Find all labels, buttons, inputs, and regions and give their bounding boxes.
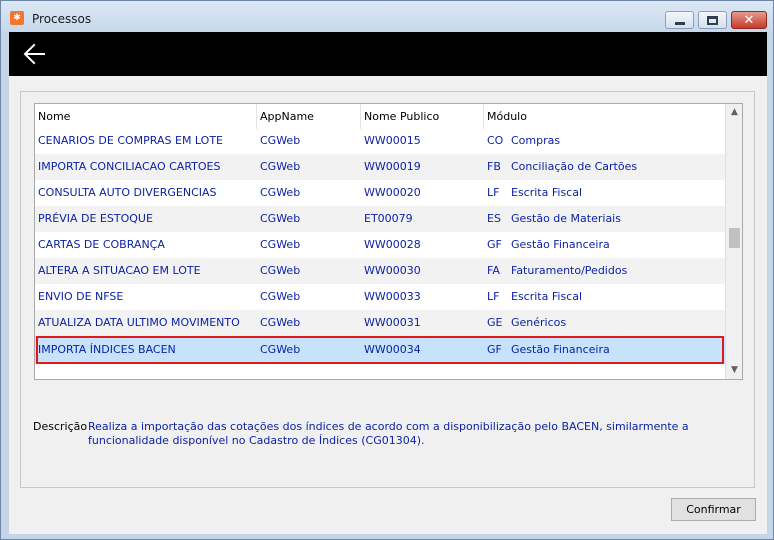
cell-nome-publico: ET00079	[364, 212, 413, 225]
scroll-thumb[interactable]	[729, 228, 740, 248]
process-panel: Nome AppName Nome Publico Módulo CENARIO…	[20, 91, 755, 488]
description-label: Descrição	[33, 420, 88, 433]
column-header-nome[interactable]: Nome	[35, 104, 257, 129]
cell-modulo-name: Gestão de Materiais	[511, 212, 621, 225]
client-area: Nome AppName Nome Publico Módulo CENARIO…	[9, 32, 767, 534]
cell-nome: CENARIOS DE COMPRAS EM LOTE	[38, 134, 223, 147]
column-header-appname[interactable]: AppName	[257, 104, 361, 129]
cell-modulo-name: Genéricos	[511, 316, 567, 329]
process-window: ✱ Processos ✕ Nome AppName Nome Publico …	[0, 0, 774, 540]
table-row[interactable]: IMPORTA CONCILIACAO CARTOES CGWeb WW0001…	[35, 154, 725, 180]
title-bar[interactable]: ✱ Processos ✕	[1, 1, 773, 32]
cell-modulo-code: CO	[487, 134, 504, 147]
cell-nome: PRÉVIA DE ESTOQUE	[38, 212, 153, 225]
column-header-nome-publico[interactable]: Nome Publico	[361, 104, 484, 129]
back-arrow-icon[interactable]	[22, 41, 48, 67]
maximize-button[interactable]	[698, 11, 727, 29]
cell-modulo-name: Escrita Fiscal	[511, 290, 583, 303]
confirm-button[interactable]: Confirmar	[671, 498, 756, 521]
cell-appname: CGWeb	[260, 186, 301, 199]
cell-modulo-code: LF	[487, 290, 500, 303]
grid-header: Nome AppName Nome Publico Módulo	[35, 104, 725, 129]
maximize-icon	[707, 15, 718, 25]
table-row[interactable]: ALTERA A SITUACAO EM LOTE CGWeb WW00030 …	[35, 258, 725, 284]
cell-appname: CGWeb	[260, 134, 301, 147]
cell-modulo-code: FB	[487, 160, 501, 173]
cell-appname: CGWeb	[260, 160, 301, 173]
minimize-icon	[674, 21, 685, 25]
close-icon: ✕	[743, 12, 755, 28]
cell-nome-publico: WW00020	[364, 186, 421, 199]
window-title: Processos	[32, 12, 92, 26]
scroll-down-icon[interactable]: ▼	[726, 362, 742, 379]
cell-appname: CGWeb	[260, 316, 301, 329]
table-row[interactable]: CARTAS DE COBRANÇA CGWeb WW00028 GF Gest…	[35, 232, 725, 258]
cell-modulo-code: GF	[487, 238, 502, 251]
cell-nome: ENVIO DE NFSE	[38, 290, 124, 303]
process-grid[interactable]: Nome AppName Nome Publico Módulo CENARIO…	[34, 103, 743, 380]
cell-appname: CGWeb	[260, 290, 301, 303]
cell-nome: CARTAS DE COBRANÇA	[38, 238, 165, 251]
cell-modulo-code: LF	[487, 186, 500, 199]
scroll-up-icon[interactable]: ▲	[726, 104, 742, 121]
cell-nome: IMPORTA CONCILIACAO CARTOES	[38, 160, 221, 173]
cell-modulo-name: Compras	[511, 134, 561, 147]
table-row[interactable]: CENARIOS DE COMPRAS EM LOTE CGWeb WW0001…	[35, 128, 725, 154]
cell-nome-publico: WW00019	[364, 160, 421, 173]
table-row[interactable]: PRÉVIA DE ESTOQUE CGWeb ET00079 ES Gestã…	[35, 206, 725, 232]
cell-appname: CGWeb	[260, 212, 301, 225]
cell-modulo-name: Escrita Fiscal	[511, 186, 583, 199]
table-row[interactable]: CONSULTA AUTO DIVERGENCIAS CGWeb WW00020…	[35, 180, 725, 206]
cell-modulo-name: Gestão Financeira	[511, 238, 610, 251]
cell-modulo-code: ES	[487, 212, 501, 225]
selection-highlight	[36, 336, 724, 364]
cell-appname: CGWeb	[260, 264, 301, 277]
column-header-modulo[interactable]: Módulo	[484, 104, 725, 129]
cell-nome: CONSULTA AUTO DIVERGENCIAS	[38, 186, 217, 199]
cell-nome-publico: WW00031	[364, 316, 421, 329]
table-row[interactable]: ENVIO DE NFSE CGWeb WW00033 LF Escrita F…	[35, 284, 725, 310]
vertical-scrollbar[interactable]: ▲ ▼	[725, 104, 742, 379]
cell-appname: CGWeb	[260, 238, 301, 251]
cell-nome-publico: WW00033	[364, 290, 421, 303]
cell-nome: ATUALIZA DATA ULTIMO MOVIMENTO	[38, 316, 240, 329]
table-row[interactable]: ATUALIZA DATA ULTIMO MOVIMENTO CGWeb WW0…	[35, 310, 725, 336]
cell-nome: ALTERA A SITUACAO EM LOTE	[38, 264, 201, 277]
cell-nome-publico: WW00028	[364, 238, 421, 251]
cell-modulo-name: Conciliação de Cartões	[511, 160, 638, 173]
cell-modulo-code: FA	[487, 264, 500, 277]
cell-modulo-code: GE	[487, 316, 503, 329]
cell-nome-publico: WW00030	[364, 264, 421, 277]
app-icon: ✱	[10, 11, 24, 25]
cell-nome-publico: WW00015	[364, 134, 421, 147]
cell-modulo-name: Faturamento/Pedidos	[511, 264, 628, 277]
description-text: Realiza a importação das cotações dos ín…	[88, 420, 689, 447]
minimize-button[interactable]	[665, 11, 694, 29]
close-button[interactable]: ✕	[731, 11, 767, 29]
top-bar	[9, 32, 767, 76]
